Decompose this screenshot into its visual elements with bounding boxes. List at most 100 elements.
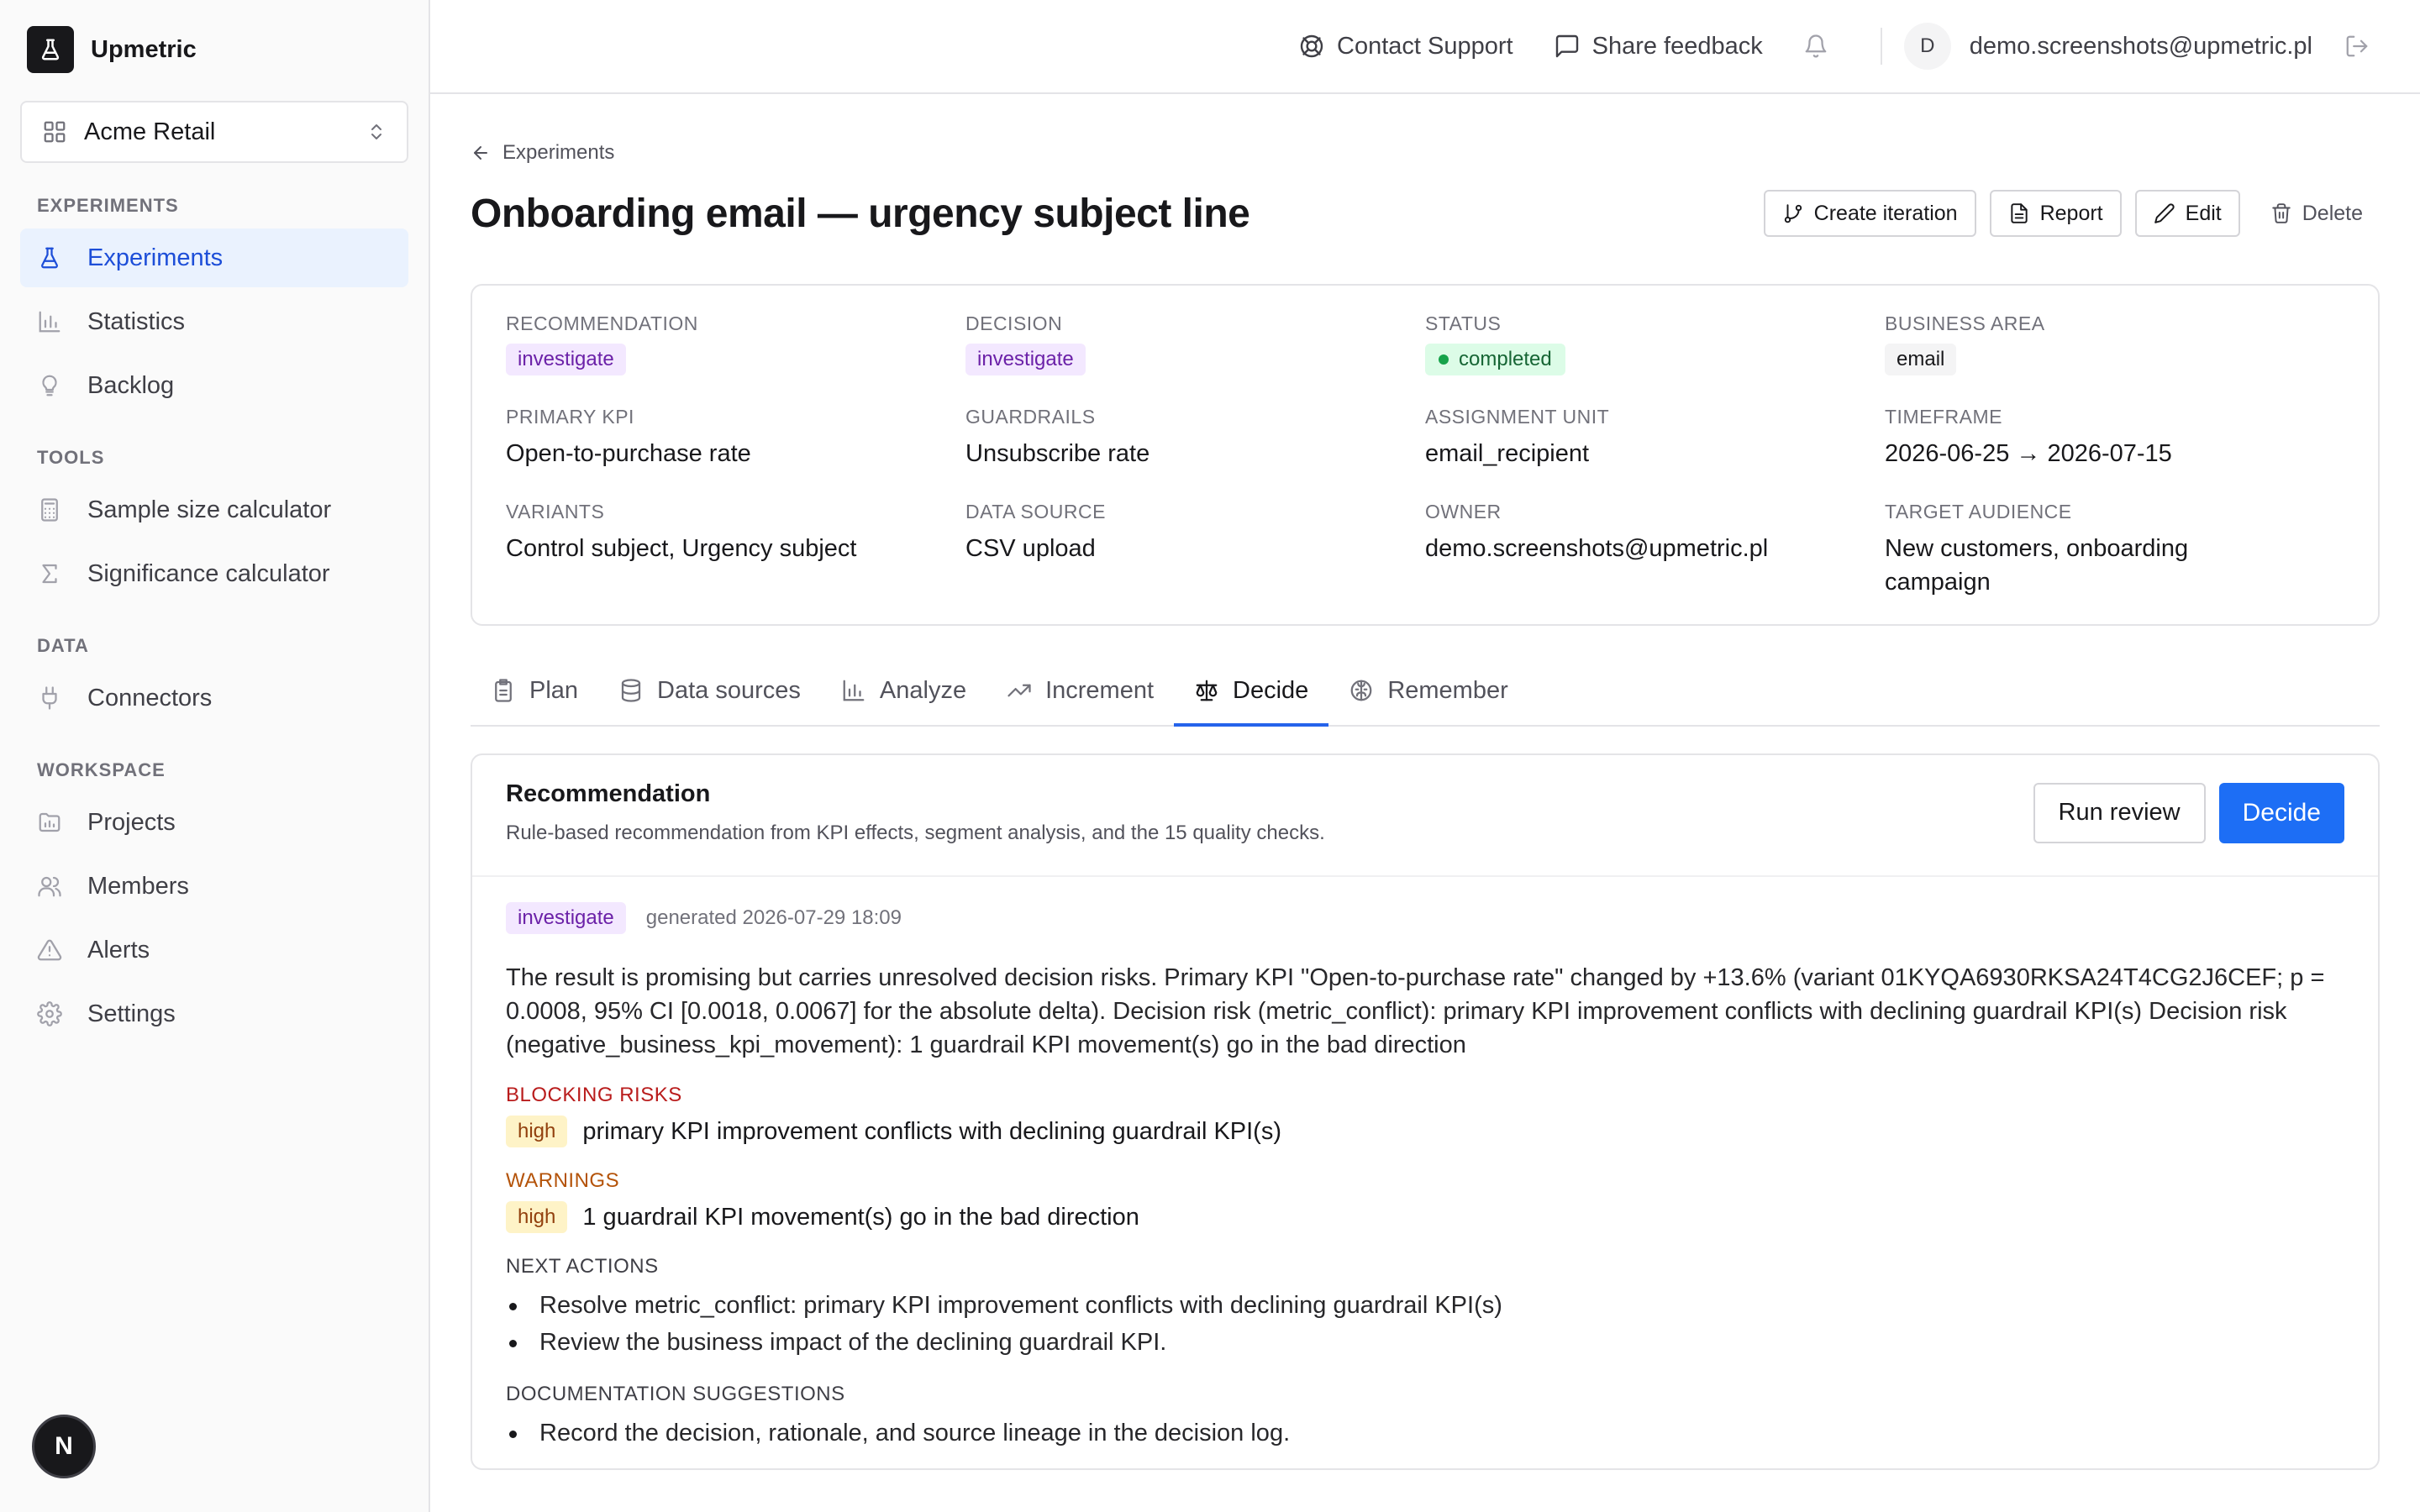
- create-iteration-button[interactable]: Create iteration: [1763, 190, 1976, 237]
- list-item: Review the business impact of the declin…: [506, 1324, 2344, 1361]
- brand-name: Upmetric: [91, 35, 197, 63]
- decision-badge: investigate: [965, 344, 1086, 375]
- sidebar-item-projects[interactable]: Projects: [20, 793, 408, 852]
- sidebar-item-statistics[interactable]: Statistics: [20, 292, 408, 351]
- page-actions: Create iteration Report Edit Delete: [1750, 190, 2380, 237]
- tab-analyze[interactable]: Analyze: [821, 658, 986, 727]
- sidebar: Upmetric Acme Retail EXPERIMENTS Experim…: [0, 0, 430, 1512]
- experiment-meta-card: RECOMMENDATION investigate DECISION inve…: [471, 284, 2380, 626]
- experiment-tabs: Plan Data sources Analyze Increment Deci…: [471, 658, 2380, 727]
- meta-label: TIMEFRAME: [1885, 406, 2002, 428]
- sidebar-item-connectors[interactable]: Connectors: [20, 669, 408, 727]
- status-dot-icon: [1439, 354, 1449, 365]
- report-button[interactable]: Report: [1989, 190, 2122, 237]
- tab-label: Plan: [529, 676, 579, 704]
- notifications-button[interactable]: [1803, 34, 1840, 59]
- decide-button[interactable]: Decide: [2218, 782, 2344, 843]
- lifebuoy-icon: [1300, 34, 1323, 58]
- run-review-button[interactable]: Run review: [2033, 782, 2206, 843]
- sidebar-item-sample-size-calculator[interactable]: Sample size calculator: [20, 480, 408, 539]
- nav-heading: EXPERIMENTS: [37, 195, 179, 216]
- warning-text: 1 guardrail KPI movement(s) go in the ba…: [582, 1203, 1139, 1231]
- sidebar-item-experiments[interactable]: Experiments: [20, 228, 408, 287]
- nav-section-experiments: EXPERIMENTS Experiments Statistics Backl…: [0, 195, 429, 415]
- share-feedback-link[interactable]: Share feedback: [1554, 33, 1763, 60]
- topbar: Contact Support Share feedback D demo.sc…: [430, 0, 2420, 94]
- pencil-icon: [2154, 203, 2175, 223]
- clipboard-icon: [495, 679, 512, 702]
- page-content: Experiments Onboarding email — urgency s…: [430, 94, 2420, 1512]
- meta-timeframe: TIMEFRAME 2026-06-25 → 2026-07-15: [1885, 406, 2344, 470]
- tab-label: Analyze: [879, 676, 967, 704]
- edit-button[interactable]: Edit: [2134, 190, 2240, 237]
- sidebar-item-members[interactable]: Members: [20, 857, 408, 916]
- tab-decide[interactable]: Decide: [1174, 658, 1329, 727]
- tab-label: Remember: [1387, 676, 1508, 704]
- create-iteration-label: Create iteration: [1813, 201, 1958, 225]
- sidebar-item-significance-calculator[interactable]: Significance calculator: [20, 544, 408, 603]
- meta-guardrails: GUARDRAILS Unsubscribe rate: [965, 406, 1425, 470]
- avatar[interactable]: D: [1903, 23, 1951, 70]
- project-selector[interactable]: Acme Retail: [20, 101, 408, 163]
- contact-support-link[interactable]: Contact Support: [1298, 33, 1513, 60]
- dev-tools-badge[interactable]: N: [32, 1415, 96, 1478]
- meta-label: VARIANTS: [506, 501, 605, 522]
- meta-label: STATUS: [1425, 312, 1502, 334]
- meta-label: PRIMARY KPI: [506, 406, 634, 428]
- tab-plan[interactable]: Plan: [471, 658, 598, 727]
- meta-value: 2026-06-25 → 2026-07-15: [1885, 440, 2172, 467]
- sidebar-item-label: Members: [87, 872, 189, 900]
- nav-heading: DATA: [37, 635, 89, 656]
- sidebar-item-label: Sample size calculator: [87, 496, 332, 523]
- bar-chart-icon: [37, 309, 67, 334]
- recommendation-card: Recommendation Rule-based recommendation…: [471, 753, 2380, 1470]
- logout-button[interactable]: [2344, 34, 2370, 59]
- folder-icon: [37, 810, 67, 835]
- breadcrumb-back[interactable]: Experiments: [471, 94, 2380, 165]
- grid-icon: [42, 119, 67, 144]
- meta-label: DECISION: [965, 312, 1063, 334]
- arrow-left-icon: [474, 146, 487, 160]
- sidebar-item-backlog[interactable]: Backlog: [20, 356, 408, 415]
- meta-value: Open-to-purchase rate: [506, 440, 751, 467]
- meta-business-area: BUSINESS AREA email: [1885, 312, 2344, 375]
- flask-icon: [27, 26, 74, 73]
- nav-heading: TOOLS: [37, 447, 105, 468]
- sidebar-item-settings[interactable]: Settings: [20, 984, 408, 1043]
- recommendation-badge: investigate: [506, 344, 626, 375]
- tab-increment[interactable]: Increment: [986, 658, 1174, 727]
- contact-support-label: Contact Support: [1337, 32, 1513, 60]
- recommendation-result-badge: investigate: [506, 902, 626, 934]
- delete-label: Delete: [2302, 201, 2363, 225]
- report-label: Report: [2039, 201, 2103, 225]
- sigma-icon: [37, 561, 67, 586]
- brand[interactable]: Upmetric: [0, 0, 429, 99]
- documentation-suggestions-list: Record the decision, rationale, and sour…: [506, 1415, 2344, 1452]
- meta-data-source: DATA SOURCE CSV upload: [965, 501, 1425, 599]
- meta-recommendation: RECOMMENDATION investigate: [506, 312, 965, 375]
- business-area-badge: email: [1885, 344, 1957, 375]
- tab-label: Increment: [1045, 676, 1155, 704]
- sidebar-item-label: Settings: [87, 1000, 176, 1027]
- recommendation-summary: The result is promising but carries unre…: [506, 964, 2325, 1058]
- meta-label: TARGET AUDIENCE: [1885, 501, 2072, 522]
- git-branch-icon: [1784, 204, 1802, 223]
- severity-badge: high: [506, 1116, 568, 1147]
- alert-triangle-icon: [37, 937, 67, 963]
- brain-icon: [1350, 680, 1372, 701]
- topbar-divider: [1880, 28, 1882, 65]
- plug-icon: [37, 685, 67, 711]
- sidebar-item-alerts[interactable]: Alerts: [20, 921, 408, 979]
- severity-badge: high: [506, 1201, 568, 1233]
- documentation-suggestions-heading: DOCUMENTATION SUGGESTIONS: [506, 1383, 845, 1405]
- meta-value: demo.screenshots@upmetric.pl: [1425, 535, 1769, 562]
- edit-label: Edit: [2185, 201, 2222, 225]
- blocking-risk-item: high primary KPI improvement conflicts w…: [506, 1116, 2344, 1147]
- tab-data-sources[interactable]: Data sources: [598, 658, 821, 727]
- next-actions-heading: NEXT ACTIONS: [506, 1255, 659, 1278]
- tab-remember[interactable]: Remember: [1328, 658, 1528, 727]
- delete-button[interactable]: Delete: [2254, 190, 2380, 237]
- meta-value: CSV upload: [965, 535, 1096, 562]
- sidebar-item-label: Alerts: [87, 936, 150, 963]
- trash-icon: [2272, 203, 2291, 223]
